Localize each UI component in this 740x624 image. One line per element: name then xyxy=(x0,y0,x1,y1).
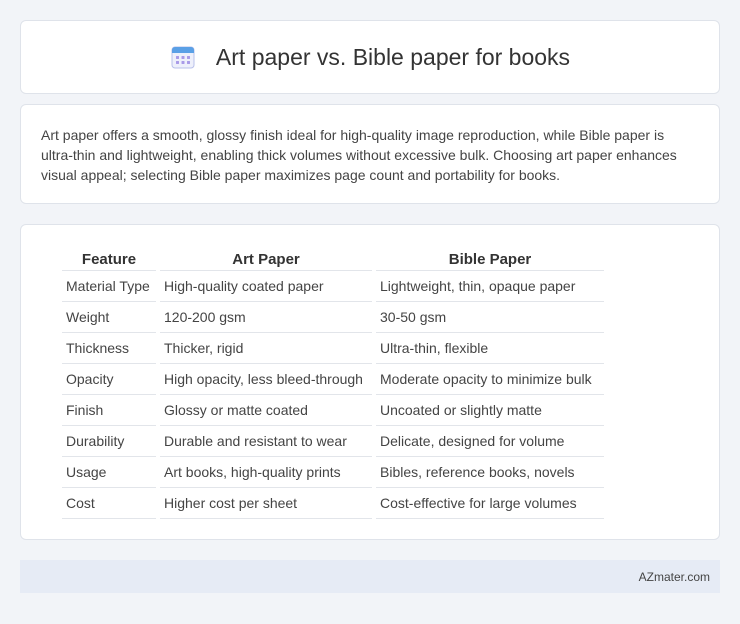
cell-bible-paper: Bibles, reference books, novels xyxy=(376,457,604,488)
table-row: Opacity High opacity, less bleed-through… xyxy=(62,364,604,395)
column-header-feature: Feature xyxy=(62,245,156,271)
table-row: Finish Glossy or matte coated Uncoated o… xyxy=(62,395,604,426)
cell-feature: Cost xyxy=(62,488,156,519)
cell-art-paper: Durable and resistant to wear xyxy=(160,426,372,457)
cell-feature: Usage xyxy=(62,457,156,488)
comparison-table: Feature Art Paper Bible Paper Material T… xyxy=(58,245,608,519)
column-header-art-paper: Art Paper xyxy=(160,245,372,271)
title-card: Art paper vs. Bible paper for books xyxy=(20,20,720,94)
table-row: Cost Higher cost per sheet Cost-effectiv… xyxy=(62,488,604,519)
calendar-icon xyxy=(171,46,195,69)
table-row: Weight 120-200 gsm 30-50 gsm xyxy=(62,302,604,333)
cell-art-paper: Art books, high-quality prints xyxy=(160,457,372,488)
cell-art-paper: High opacity, less bleed-through xyxy=(160,364,372,395)
summary-text: Art paper offers a smooth, glossy finish… xyxy=(41,127,677,183)
table-row: Usage Art books, high-quality prints Bib… xyxy=(62,457,604,488)
cell-art-paper: 120-200 gsm xyxy=(160,302,372,333)
cell-art-paper: Higher cost per sheet xyxy=(160,488,372,519)
cell-feature: Material Type xyxy=(62,271,156,302)
cell-art-paper: Glossy or matte coated xyxy=(160,395,372,426)
cell-bible-paper: Lightweight, thin, opaque paper xyxy=(376,271,604,302)
cell-bible-paper: Moderate opacity to minimize bulk xyxy=(376,364,604,395)
cell-feature: Weight xyxy=(62,302,156,333)
cell-feature: Durability xyxy=(62,426,156,457)
cell-feature: Thickness xyxy=(62,333,156,364)
comparison-card: Feature Art Paper Bible Paper Material T… xyxy=(20,224,720,540)
table-row: Durability Durable and resistant to wear… xyxy=(62,426,604,457)
table-row: Thickness Thicker, rigid Ultra-thin, fle… xyxy=(62,333,604,364)
cell-bible-paper: Delicate, designed for volume xyxy=(376,426,604,457)
cell-bible-paper: Ultra-thin, flexible xyxy=(376,333,604,364)
footer-bar: AZmater.com xyxy=(20,560,720,593)
cell-bible-paper: 30-50 gsm xyxy=(376,302,604,333)
page-title: Art paper vs. Bible paper for books xyxy=(215,43,571,70)
cell-bible-paper: Uncoated or slightly matte xyxy=(376,395,604,426)
cell-feature: Opacity xyxy=(62,364,156,395)
summary-card: Art paper offers a smooth, glossy finish… xyxy=(20,104,720,204)
cell-bible-paper: Cost-effective for large volumes xyxy=(376,488,604,519)
cell-feature: Finish xyxy=(62,395,156,426)
cell-art-paper: High-quality coated paper xyxy=(160,271,372,302)
table-row: Material Type High-quality coated paper … xyxy=(62,271,604,302)
table-header-row: Feature Art Paper Bible Paper xyxy=(62,245,604,271)
footer-brand[interactable]: AZmater.com xyxy=(639,570,710,584)
column-header-bible-paper: Bible Paper xyxy=(376,245,604,271)
cell-art-paper: Thicker, rigid xyxy=(160,333,372,364)
